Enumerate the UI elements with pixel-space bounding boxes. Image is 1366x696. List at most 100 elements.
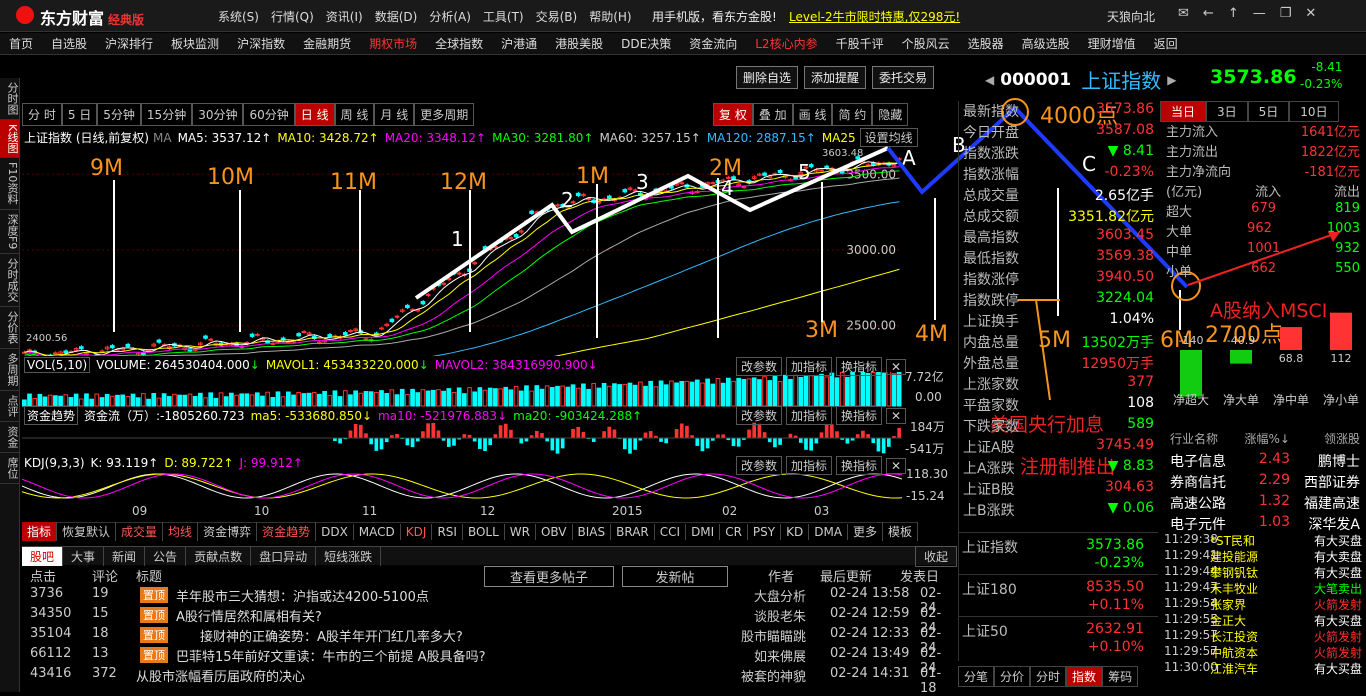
indicator-tab[interactable]: CCI	[655, 524, 686, 540]
nav-item[interactable]: 资金流向	[680, 35, 746, 52]
right-bottom-tab[interactable]: 分笔	[958, 666, 994, 687]
bottom-tab[interactable]: 短线涨跌	[316, 547, 381, 566]
indicator-sub-button[interactable]: 换指标	[836, 456, 882, 475]
period-button[interactable]: 月 线	[374, 103, 414, 126]
left-tab[interactable]: 点评	[0, 391, 20, 422]
post-row[interactable]: 3435015置顶A股行情居然和属相有关?谈股老朱02-24 12:5902-2…	[22, 605, 957, 625]
industry-row[interactable]: 高速公路1.32福建高速	[1160, 493, 1366, 514]
indicator-tab[interactable]: BOLL	[463, 524, 505, 540]
post-title[interactable]: 接财神的正确姿势：A股羊年开门红几率多大?	[200, 626, 463, 645]
indicator-tab[interactable]: 指标	[22, 522, 57, 541]
nav-item[interactable]: 返回	[1145, 35, 1187, 52]
more-posts-button[interactable]: 查看更多帖子	[484, 566, 614, 587]
alert-row[interactable]: 11:29:38*ST民和有大买盘	[1160, 532, 1366, 548]
menu-item[interactable]: 行情(Q)	[271, 8, 314, 25]
nav-item[interactable]: 期权市场	[360, 35, 426, 52]
chart-tool-button[interactable]: 隐藏	[872, 103, 908, 126]
indicator-sub-button[interactable]: 加指标	[786, 456, 832, 475]
nav-item[interactable]: 高级选股	[1013, 35, 1079, 52]
right-bottom-tab[interactable]: 筹码	[1102, 666, 1138, 687]
left-tab[interactable]: F10资料	[0, 158, 20, 209]
indicator-sub-button[interactable]: 改参数	[736, 456, 782, 475]
alert-row[interactable]: 11:29:41建投能源有大卖盘	[1160, 548, 1366, 564]
indicator-tab[interactable]: KD	[781, 524, 809, 540]
period-button[interactable]: 日 线	[295, 103, 335, 126]
indicator-sub-button[interactable]: 改参数	[736, 406, 782, 425]
restore-icon[interactable]: ❐	[1280, 6, 1292, 21]
post-title[interactable]: A股行情居然和属相有关?	[176, 606, 322, 625]
nav-item[interactable]: 金融期货	[294, 35, 360, 52]
indicator-tab[interactable]: DDX	[316, 524, 354, 540]
menu-item[interactable]: 帮助(H)	[589, 8, 631, 25]
flow-period-tab[interactable]: 10日	[1289, 101, 1338, 122]
index-block[interactable]: 上证指数3573.86-0.23%	[958, 532, 1158, 574]
period-button[interactable]: 60分钟	[243, 103, 294, 126]
tool-button[interactable]: 委托交易	[872, 66, 934, 89]
indicator-sub-button[interactable]: 改参数	[736, 357, 782, 376]
minimize-icon[interactable]: —	[1253, 6, 1266, 21]
chart-tool-button[interactable]: 复 权	[713, 103, 753, 126]
period-button[interactable]: 30分钟	[192, 103, 243, 126]
period-button[interactable]: 分 时	[22, 103, 62, 126]
close-icon[interactable]: ✕	[886, 408, 906, 424]
indicator-tab[interactable]: WR	[505, 524, 536, 540]
alert-row[interactable]: 11:30:00江淮汽车有大买盘	[1160, 660, 1366, 676]
post-row[interactable]: 3510418置顶接财神的正确姿势：A股羊年开门红几率多大?股市瞄瞄跳02-24…	[22, 625, 957, 645]
left-tab[interactable]: 分时成交	[0, 254, 20, 307]
bottom-tab[interactable]: 盘口异动	[251, 547, 316, 566]
industry-head[interactable]: 涨幅%↓	[1242, 430, 1290, 451]
nav-item[interactable]: 选股器	[959, 35, 1013, 52]
flow-period-tab[interactable]: 3日	[1206, 101, 1248, 122]
indicator-tab[interactable]: 成交量	[116, 522, 163, 541]
post-row[interactable]: 43416372从股市涨幅看历届政府的决心被套的神貌02-24 14:3101-…	[22, 665, 957, 685]
period-button[interactable]: 周 线	[335, 103, 375, 126]
indicator-tab[interactable]: 更多	[848, 522, 883, 541]
indicator-tab[interactable]: 均线	[163, 522, 198, 541]
bottom-tab[interactable]: 大事	[63, 547, 104, 566]
menu-item[interactable]: 数据(D)	[375, 8, 418, 25]
alert-row[interactable]: 11:29:54张家界火箭发射	[1160, 596, 1366, 612]
indicator-tab[interactable]: 模板	[883, 522, 918, 541]
indicator-tab[interactable]: 资金博弈	[198, 522, 257, 541]
bottom-tab[interactable]: 新闻	[104, 547, 145, 566]
nav-item[interactable]: 千股千评	[827, 35, 893, 52]
vol-label[interactable]: VOL(5,10)	[24, 357, 90, 373]
mail-icon[interactable]: ✉	[1178, 6, 1189, 21]
kdj-label[interactable]: KDJ(9,3,3)	[24, 456, 85, 470]
collapse-button[interactable]: 收起	[915, 546, 957, 567]
bottom-tab[interactable]: 贡献点数	[186, 547, 251, 566]
post-title[interactable]: 羊年股市三大猜想：沪指或达4200-5100点	[176, 586, 429, 605]
alert-row[interactable]: 11:29:47禾丰牧业大笔卖出	[1160, 580, 1366, 596]
chart-tool-button[interactable]: 叠 加	[753, 103, 793, 126]
industry-head[interactable]: 行业名称	[1160, 430, 1242, 451]
indicator-tab[interactable]: OBV	[536, 524, 573, 540]
nav-item[interactable]: 个股风云	[893, 35, 959, 52]
tool-button[interactable]: 删除自选	[736, 66, 798, 89]
left-tab[interactable]: 分价表	[0, 307, 20, 349]
prev-stock-icon[interactable]: ◀	[985, 73, 994, 87]
nav-item[interactable]: 自选股	[42, 35, 96, 52]
indicator-tab[interactable]: 资金趋势	[257, 522, 316, 541]
nav-item[interactable]: 首页	[0, 35, 42, 52]
industry-head[interactable]: 领涨股	[1290, 430, 1366, 451]
flow-chart[interactable]	[22, 420, 957, 456]
indicator-tab[interactable]: BIAS	[573, 524, 612, 540]
close-icon[interactable]: ✕	[886, 458, 906, 474]
close-icon[interactable]: ✕	[886, 359, 906, 375]
indicator-tab[interactable]: RSI	[432, 524, 463, 540]
index-block[interactable]: 上证502632.91+0.10%	[958, 616, 1158, 658]
right-bottom-tab[interactable]: 分价	[994, 666, 1030, 687]
indicator-tab[interactable]: MACD	[354, 524, 401, 540]
post-title[interactable]: 从股市涨幅看历届政府的决心	[136, 666, 305, 685]
indicator-tab[interactable]: CR	[720, 524, 748, 540]
alert-row[interactable]: 11:29:57长江投资火箭发射	[1160, 628, 1366, 644]
nav-item[interactable]: 全球指数	[426, 35, 492, 52]
menu-item[interactable]: 交易(B)	[536, 8, 578, 25]
right-bottom-tab[interactable]: 分时	[1030, 666, 1066, 687]
chart-tool-button[interactable]: 简 约	[832, 103, 872, 126]
indicator-tab[interactable]: KDJ	[401, 524, 433, 540]
left-tab[interactable]: 多周期	[0, 349, 20, 391]
next-stock-icon[interactable]: ▶	[1167, 73, 1176, 87]
tool-button[interactable]: 添加提醒	[804, 66, 866, 89]
menu-item[interactable]: 系统(S)	[218, 8, 259, 25]
